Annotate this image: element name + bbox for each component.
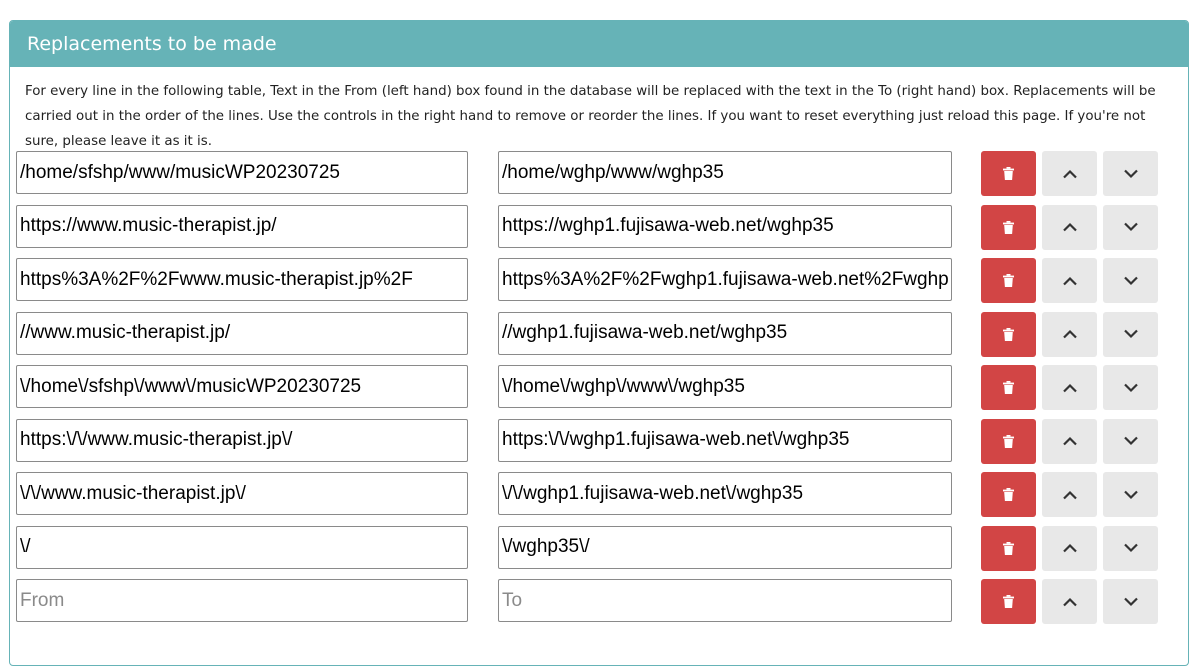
move-up-button[interactable]: [1042, 579, 1097, 624]
to-input[interactable]: [498, 151, 952, 194]
chevron-down-icon: [1123, 276, 1139, 286]
trash-icon: [1003, 595, 1014, 608]
move-down-button[interactable]: [1103, 418, 1158, 464]
move-down-button[interactable]: [1103, 258, 1158, 303]
chevron-up-icon: [1062, 329, 1078, 339]
delete-row-button[interactable]: [981, 579, 1036, 624]
chevron-down-icon: [1123, 436, 1139, 446]
trash-icon: [1003, 541, 1014, 555]
trash-icon: [1003, 434, 1014, 448]
trash-icon: [1003, 274, 1014, 287]
trash-icon: [1003, 167, 1014, 180]
move-up-button[interactable]: [1042, 525, 1097, 571]
to-input[interactable]: [498, 258, 952, 301]
from-input[interactable]: [16, 258, 468, 301]
chevron-down-icon: [1123, 169, 1139, 179]
from-input[interactable]: [16, 311, 468, 355]
move-down-button[interactable]: [1103, 365, 1158, 410]
from-input[interactable]: [16, 365, 468, 408]
to-input[interactable]: [498, 204, 952, 248]
from-input[interactable]: [16, 579, 468, 622]
chevron-down-icon: [1123, 329, 1139, 339]
move-up-button[interactable]: [1042, 151, 1097, 196]
from-input[interactable]: [16, 525, 468, 569]
move-down-button[interactable]: [1103, 311, 1158, 357]
to-input[interactable]: [498, 472, 952, 515]
to-input[interactable]: [498, 579, 952, 622]
move-up-button[interactable]: [1042, 365, 1097, 410]
move-down-button[interactable]: [1103, 525, 1158, 571]
move-up-button[interactable]: [1042, 418, 1097, 464]
from-input[interactable]: [16, 418, 468, 462]
from-input[interactable]: [16, 151, 468, 194]
chevron-up-icon: [1062, 490, 1078, 500]
chevron-up-icon: [1062, 169, 1078, 179]
chevron-up-icon: [1062, 597, 1078, 607]
move-up-button[interactable]: [1042, 472, 1097, 517]
panel-description: For every line in the following table, T…: [25, 84, 1156, 149]
chevron-up-icon: [1062, 543, 1078, 553]
chevron-down-icon: [1123, 490, 1139, 500]
move-up-button[interactable]: [1042, 311, 1097, 357]
chevron-down-icon: [1123, 222, 1139, 232]
delete-row-button[interactable]: [981, 204, 1036, 250]
chevron-down-icon: [1123, 543, 1139, 553]
chevron-down-icon: [1123, 383, 1139, 393]
chevron-up-icon: [1062, 436, 1078, 446]
delete-row-button[interactable]: [981, 418, 1036, 464]
chevron-up-icon: [1062, 383, 1078, 393]
to-input[interactable]: [498, 525, 952, 569]
trash-icon: [1003, 488, 1014, 501]
move-down-button[interactable]: [1103, 151, 1158, 196]
panel-title: Replacements to be made: [10, 21, 1188, 67]
delete-row-button[interactable]: [981, 311, 1036, 357]
trash-icon: [1003, 381, 1014, 394]
to-input[interactable]: [498, 418, 952, 462]
delete-row-button[interactable]: [981, 525, 1036, 571]
move-up-button[interactable]: [1042, 204, 1097, 250]
move-down-button[interactable]: [1103, 204, 1158, 250]
from-input[interactable]: [16, 204, 468, 248]
delete-row-button[interactable]: [981, 365, 1036, 410]
trash-icon: [1003, 220, 1014, 234]
from-input[interactable]: [16, 472, 468, 515]
chevron-up-icon: [1062, 222, 1078, 232]
chevron-down-icon: [1123, 597, 1139, 607]
move-down-button[interactable]: [1103, 472, 1158, 517]
delete-row-button[interactable]: [981, 151, 1036, 196]
chevron-up-icon: [1062, 276, 1078, 286]
trash-icon: [1003, 327, 1014, 341]
delete-row-button[interactable]: [981, 258, 1036, 303]
move-up-button[interactable]: [1042, 258, 1097, 303]
delete-row-button[interactable]: [981, 472, 1036, 517]
to-input[interactable]: [498, 311, 952, 355]
to-input[interactable]: [498, 365, 952, 408]
move-down-button[interactable]: [1103, 579, 1158, 624]
